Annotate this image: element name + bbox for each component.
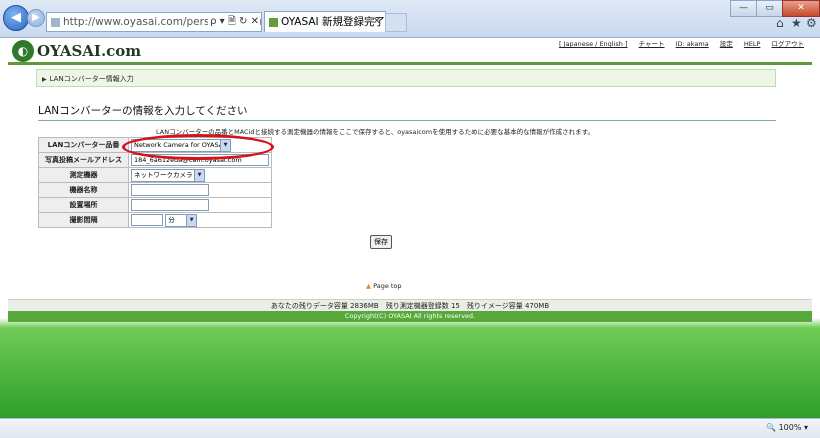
copyright-footer: Copyright(C) OYASAI All rights reserved.	[8, 311, 812, 322]
breadcrumb-arrow-icon: ▶	[42, 76, 47, 83]
form-row: 撮影間隔 分 ▼	[38, 212, 272, 228]
zoom-icon: 🔍	[766, 423, 777, 432]
status-bar: 🔍 100% ▾	[0, 418, 820, 438]
chart-link[interactable]: チャート	[639, 40, 665, 48]
device-type-value: ネットワークカメラ	[134, 170, 193, 179]
maximize-button[interactable]: ▭	[756, 0, 783, 17]
address-controls[interactable]: ρ ▾ 🗎 ↻ ✕	[208, 13, 259, 31]
settings-gear-icon[interactable]: ⚙	[806, 16, 817, 30]
highlight-circle	[122, 134, 274, 160]
address-bar[interactable]: http://www.oyasai.com/personal/first/mov…	[46, 12, 262, 32]
arrow-up-icon: ▲	[366, 282, 371, 290]
location-field[interactable]	[131, 199, 209, 211]
form-label: 撮影間隔	[38, 212, 129, 228]
form-label: LANコンバーター品番	[38, 137, 129, 153]
language-link[interactable]: [ Japanese / English ]	[559, 40, 628, 48]
site-logo[interactable]: ◐ OYASAI.com	[12, 40, 141, 62]
page-title: LANコンバーターの情報を入力してください	[38, 103, 776, 121]
form-row: 機器名称	[38, 182, 272, 198]
header-divider	[8, 62, 812, 65]
browser-toolbar: ◀ ▶ http://www.oyasai.com/personal/first…	[0, 0, 820, 38]
form-label: 設置場所	[38, 197, 129, 213]
site-favicon-icon	[51, 17, 60, 27]
device-type-select[interactable]: ネットワークカメラ ▼	[131, 168, 205, 182]
breadcrumb-text: LANコンバーター情報入力	[49, 75, 134, 83]
settings-link[interactable]: 設定	[720, 40, 733, 48]
tab-close-icon[interactable]: ✕	[373, 12, 381, 32]
form-row: 設置場所	[38, 197, 272, 213]
page-top-link[interactable]: ▲ Page top	[366, 282, 402, 290]
chevron-down-icon: ▾	[803, 423, 808, 432]
forward-button[interactable]: ▶	[27, 9, 45, 27]
tab-title: OYASAI 新規登録完了	[281, 16, 385, 28]
logo-text: OYASAI.com	[37, 42, 142, 60]
form-label: 測定機器	[38, 167, 129, 183]
home-icon[interactable]: ⌂	[776, 16, 784, 30]
page-content: ◐ OYASAI.com [ Japanese / English ] チャート …	[0, 38, 820, 418]
help-link[interactable]: HELP	[744, 40, 761, 48]
chevron-down-icon: ▼	[186, 214, 197, 226]
breadcrumb: ▶ LANコンバーター情報入力	[36, 69, 776, 87]
page-top-text: Page top	[373, 282, 402, 290]
interval-unit-select[interactable]: 分 ▼	[165, 213, 198, 227]
back-button[interactable]: ◀	[3, 5, 29, 31]
tab-favicon-icon	[269, 17, 278, 27]
form-row: 測定機器 ネットワークカメラ ▼	[38, 167, 272, 183]
form-label: 機器名称	[38, 182, 129, 198]
top-links: [ Japanese / English ] チャート ID: akama 設定…	[550, 38, 804, 48]
new-tab-button[interactable]	[385, 13, 407, 32]
chevron-down-icon: ▼	[194, 169, 204, 181]
logo-leaf-icon: ◐	[12, 40, 34, 62]
minimize-button[interactable]: —	[730, 0, 757, 17]
zoom-level: 100%	[778, 423, 802, 432]
interval-field[interactable]	[131, 214, 163, 226]
close-window-button[interactable]: ✕	[782, 0, 820, 17]
logout-link[interactable]: ログアウト	[772, 40, 805, 48]
user-id-link[interactable]: ID: akama	[676, 40, 709, 48]
device-name-field[interactable]	[131, 184, 209, 196]
zoom-control[interactable]: 🔍 100% ▾	[766, 423, 808, 432]
favorites-star-icon[interactable]: ★	[791, 16, 802, 30]
form-label: 写真投稿メールアドレス	[38, 152, 129, 168]
interval-unit-value: 分	[168, 215, 175, 224]
browser-tab[interactable]: OYASAI 新規登録完了 ✕	[264, 11, 386, 32]
save-button[interactable]: 保存	[370, 235, 392, 249]
